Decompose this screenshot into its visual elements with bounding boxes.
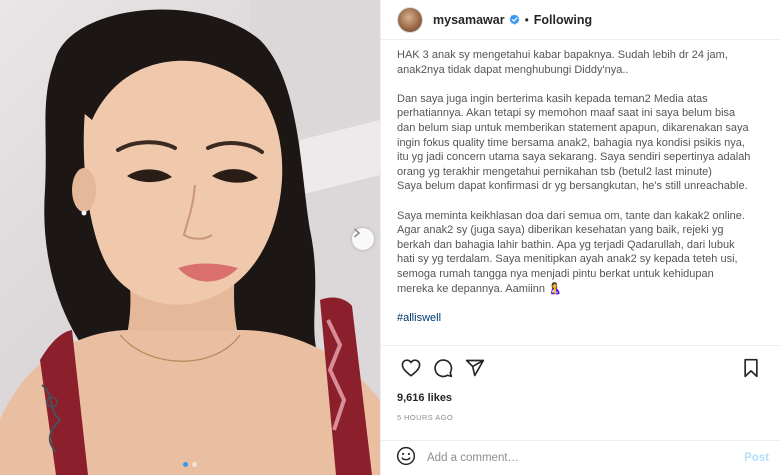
emoji-picker-button[interactable] (395, 446, 417, 471)
caption-paragraph: HAK 3 anak sy mengetahui kabar bapaknya.… (397, 49, 728, 76)
caption-paragraph: Dan saya juga ingin berterima kasih kepa… (397, 92, 753, 194)
send-icon (465, 358, 485, 383)
carousel-dot (192, 462, 197, 467)
header-separator: • (524, 12, 529, 27)
post-comment-button[interactable]: Post (744, 452, 769, 464)
post-timestamp[interactable]: 5 HOURS AGO (397, 413, 453, 422)
caption-emoji: 🤱 (548, 282, 562, 295)
hashtag-link[interactable]: #alliswell (397, 312, 441, 324)
verified-badge-icon (509, 14, 520, 25)
post-header: mysamawar • Following (381, 0, 780, 40)
caption-paragraph: Saya meminta keikhlasan doa dari semua o… (397, 209, 753, 297)
smiley-icon (396, 446, 416, 471)
comment-icon (433, 358, 453, 383)
carousel-dot-active (183, 462, 188, 467)
caption-text: Saya meminta keikhlasan doa dari semua o… (397, 209, 745, 295)
following-button[interactable]: Following (534, 13, 592, 27)
heart-icon (401, 359, 421, 382)
post-caption: HAK 3 anak sy mengetahui kabar bapaknya.… (397, 40, 753, 345)
like-count[interactable]: 9,616 likes (397, 392, 452, 404)
post-actions (381, 345, 780, 395)
avatar[interactable] (397, 6, 423, 33)
comment-form: Post (381, 440, 780, 475)
caption-text: Dan saya juga ingin berterima kasih kepa… (397, 92, 751, 193)
selfie-illustration (0, 0, 380, 475)
save-button[interactable] (735, 355, 767, 387)
bookmark-icon (742, 358, 760, 383)
caption-paragraph: #alliswell (397, 311, 753, 326)
username-link[interactable]: mysamawar (433, 13, 505, 27)
carousel-indicator (0, 462, 380, 467)
comment-button[interactable] (427, 355, 459, 387)
like-button[interactable] (395, 355, 427, 387)
next-photo-button[interactable] (352, 228, 374, 250)
comment-input[interactable] (427, 452, 745, 464)
post-photo[interactable] (0, 0, 380, 475)
post-detail-panel: mysamawar • Following HAK 3 anak sy meng… (380, 0, 780, 475)
share-button[interactable] (459, 355, 491, 387)
